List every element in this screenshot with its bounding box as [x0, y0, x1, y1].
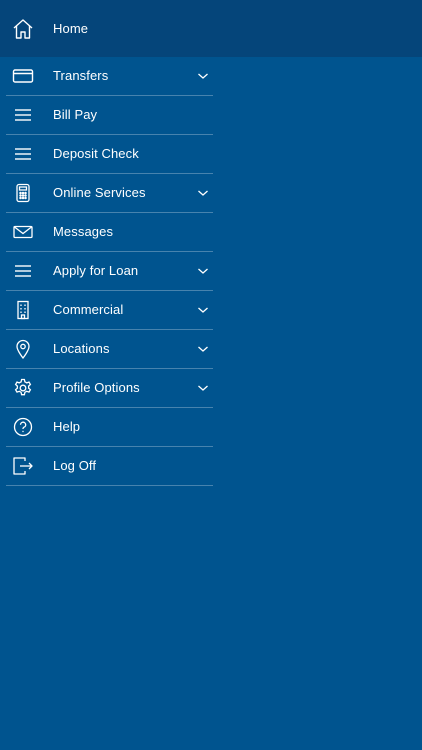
menu-item-label: Messages [53, 224, 114, 239]
menu-item-label: Online Services [53, 185, 146, 200]
menu-item-label: Bill Pay [53, 107, 98, 122]
logout-icon [12, 455, 34, 477]
chevron-down-icon[interactable] [197, 304, 209, 316]
menu-item-messages[interactable]: Messages [6, 213, 213, 252]
chevron-down-icon[interactable] [197, 70, 209, 82]
help-icon [12, 416, 34, 438]
menu-item-label: Log Off [53, 458, 97, 473]
menu-item-transfers[interactable]: Transfers [6, 57, 213, 96]
menu-item-label: Home [53, 20, 89, 36]
menu-item-label: Help [53, 419, 81, 434]
map-pin-icon [12, 338, 34, 360]
calculator-icon [12, 182, 34, 204]
menu-item-commercial[interactable]: Commercial [6, 291, 213, 330]
menu-item-label: Deposit Check [53, 146, 139, 161]
menu-item-log-off[interactable]: Log Off [6, 447, 213, 486]
menu-item-label: Locations [53, 341, 110, 356]
chevron-down-icon[interactable] [197, 343, 209, 355]
menu-item-label: Commercial [53, 302, 124, 317]
chevron-down-icon[interactable] [197, 187, 209, 199]
menu-lines-icon [12, 260, 34, 282]
menu-item-label: Transfers [53, 68, 109, 83]
menu-item-bill-pay[interactable]: Bill Pay [6, 96, 213, 135]
side-menu: Home Transfers Bill Pay Deposit Check On… [0, 0, 422, 486]
chevron-down-icon[interactable] [197, 265, 209, 277]
menu-item-locations[interactable]: Locations [6, 330, 213, 369]
envelope-icon [12, 221, 34, 243]
gear-icon [12, 377, 34, 399]
menu-item-label: Profile Options [53, 380, 140, 395]
menu-lines-icon [12, 143, 34, 165]
menu-item-apply-for-loan[interactable]: Apply for Loan [6, 252, 213, 291]
chevron-down-icon[interactable] [197, 382, 209, 394]
card-icon [12, 65, 34, 87]
menu-item-online-services[interactable]: Online Services [6, 174, 213, 213]
menu-item-profile-options[interactable]: Profile Options [6, 369, 213, 408]
menu-item-home[interactable]: Home [0, 0, 422, 57]
building-icon [12, 299, 34, 321]
home-icon [12, 18, 34, 40]
menu-item-label: Apply for Loan [53, 263, 139, 278]
menu-lines-icon [12, 104, 34, 126]
menu-item-help[interactable]: Help [6, 408, 213, 447]
menu-item-deposit-check[interactable]: Deposit Check [6, 135, 213, 174]
